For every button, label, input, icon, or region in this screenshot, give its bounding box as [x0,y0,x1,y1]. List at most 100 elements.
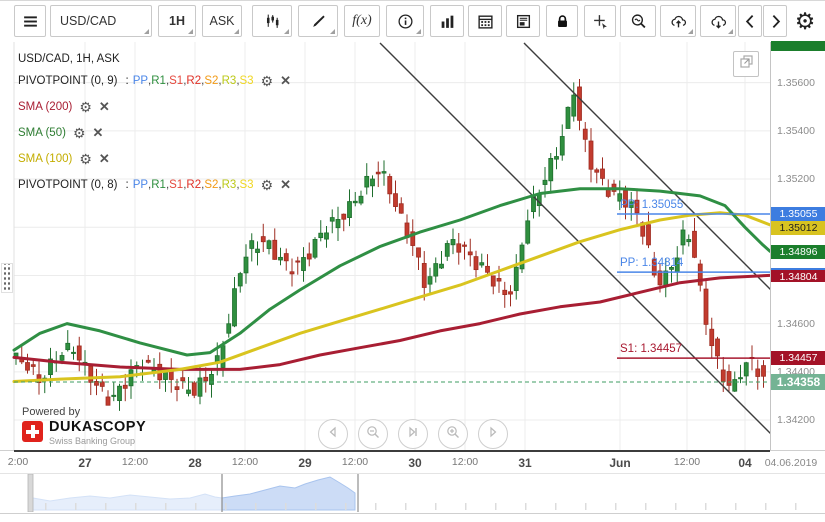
lock-button[interactable] [546,5,578,37]
time-axis[interactable]: 04.06.2019 2:00 27 12:00 28 12:00 29 12:00 30 12… [0,450,825,472]
current-date-label: 04.06.2019 [764,457,818,469]
panel-splitter-handle[interactable] [1,263,13,293]
price-tick-label: 1.35600 [777,77,815,89]
navigator-svg [27,473,797,513]
time-tick-label: 28 [188,456,202,470]
time-tick-label: 2:00 [7,456,29,468]
indicator-label: SMA (50) [18,127,66,139]
bar-chart-icon [439,13,456,30]
zoom-out-button[interactable] [358,419,388,449]
price-badge: 1.34804 [771,268,825,283]
time-tick-label: 04 [738,456,752,470]
pencil-icon [310,13,327,30]
indicator-settings-gear-icon[interactable]: ⚙ [73,125,86,142]
crosshair-button[interactable] [584,5,616,37]
indicator-remove-icon[interactable]: ✕ [280,73,291,89]
price-axis[interactable]: 1.35600 1.35400 1.35200 1.34600 1.34400 1.342… [770,41,825,450]
period-button[interactable]: 1H [158,5,196,37]
next-button[interactable] [763,5,787,37]
indicator-remove-icon[interactable]: ✕ [99,99,110,115]
indicator-label: PIVOTPOINT (0, 8) [18,179,118,191]
price-tick-label: 1.34200 [777,414,815,426]
time-tick-label: 12:00 [341,456,369,468]
price-tick-label: 1.35400 [777,125,815,137]
brand-name: DUKASCOPY [49,419,147,435]
indicator-settings-gear-icon[interactable]: ⚙ [261,73,274,90]
indicators-button[interactable]: f(x) [344,5,380,37]
chart-legend: USD/CAD, 1H, ASK PIVOTPOINT (0, 9): PP, R… [18,50,291,198]
crosshair-icon [592,13,609,30]
dukascopy-logo [22,421,43,442]
sma100-line [12,211,770,383]
pivot-level-s1: S1 [169,75,184,87]
chart-type-button[interactable] [252,5,292,37]
indicator-settings-gear-icon[interactable]: ⚙ [79,151,92,168]
period-label: 1H [169,14,185,28]
indicator-remove-icon[interactable]: ✕ [280,177,291,193]
settings-button[interactable]: ⚙ [790,5,820,37]
zoom-mode-button[interactable] [620,5,656,37]
indicator-remove-icon[interactable]: ✕ [99,151,110,167]
powered-by-text: Powered by [22,406,81,418]
news-button[interactable] [506,5,540,37]
cloud-download-button[interactable] [700,5,736,37]
detach-chart-button[interactable] [733,51,759,77]
go-latest-button[interactable] [398,419,428,449]
indicators-label: f(x) [352,13,372,28]
menu-button[interactable] [14,5,46,37]
legend-row-pivotpoint: PIVOTPOINT (0, 9): PP, R1, S1, R2, S2, R3… [18,68,291,94]
calendar-button[interactable] [468,5,502,37]
pivot-level-pp: PP [132,75,149,87]
info-icon [397,13,414,30]
pivot-level-r1: R1 [151,179,166,191]
side-button[interactable]: ASK [202,5,242,37]
trendline [523,42,770,290]
legend-title: USD/CAD, 1H, ASK [18,53,120,65]
info-button[interactable] [386,5,424,37]
time-tick-label: 30 [408,456,422,470]
news-icon [515,13,532,30]
toolbar: USD/CAD 1H ASK f(x) ⚙ [0,1,825,43]
cloud-upload-button[interactable] [660,5,696,37]
indicator-label: SMA (200) [18,101,73,113]
pivot-level-s1: S1 [169,179,184,191]
step-back-button[interactable] [318,419,348,449]
pivot-line-label: S1: 1.34457 [620,343,683,356]
clipped-price-badge [771,41,825,51]
indicator-settings-gear-icon[interactable]: ⚙ [261,177,274,194]
time-tick-label: 12:00 [673,456,701,468]
prev-button[interactable] [738,5,762,37]
time-tick-label: 12:00 [231,456,259,468]
price-badge: 1.34457 [771,351,825,365]
axis-border [14,450,770,452]
step-forward-button[interactable] [478,419,508,449]
zoom-in-button[interactable] [438,419,468,449]
indicator-settings-gear-icon[interactable]: ⚙ [79,99,92,116]
pivot-level-r2: R2 [186,75,202,87]
draw-button[interactable] [298,5,338,37]
trading-app-window: USD/CAD 1H ASK f(x) ⚙ 1.35600 1.35400 1.35200 1… [0,0,825,522]
range-navigator[interactable] [0,473,825,514]
cloud-upload-icon [670,13,687,30]
legend-row-sma-200-: SMA (200) ⚙ ✕ [18,94,291,120]
separator: : [125,179,129,191]
step-forward-icon [485,424,501,445]
time-tick-label: 31 [518,456,532,470]
chart-nav-controls [318,419,508,449]
zoom-in-icon [445,424,461,445]
legend-row-pivotpoint: PIVOTPOINT (0, 8): PP, R1, S1, R2, S2, R3… [18,172,291,198]
time-tick-label: Jun [609,456,631,470]
pivot-level-s2: S2 [204,179,219,191]
hamburger-icon [22,13,39,30]
pivot-level-s3: S3 [239,75,254,87]
pivot-level-s2: S2 [204,75,219,87]
indicator-remove-icon[interactable]: ✕ [93,125,104,141]
time-tick-label: 27 [78,456,92,470]
pivot-line-label: PP: 1.34814 [620,257,684,270]
step-back-icon [325,424,341,445]
pivot-level-r1: R1 [151,75,166,87]
pivot-level-pp: PP [132,179,149,191]
volume-button[interactable] [430,5,464,37]
symbol-label: USD/CAD [60,14,117,28]
symbol-button[interactable]: USD/CAD [50,5,152,37]
